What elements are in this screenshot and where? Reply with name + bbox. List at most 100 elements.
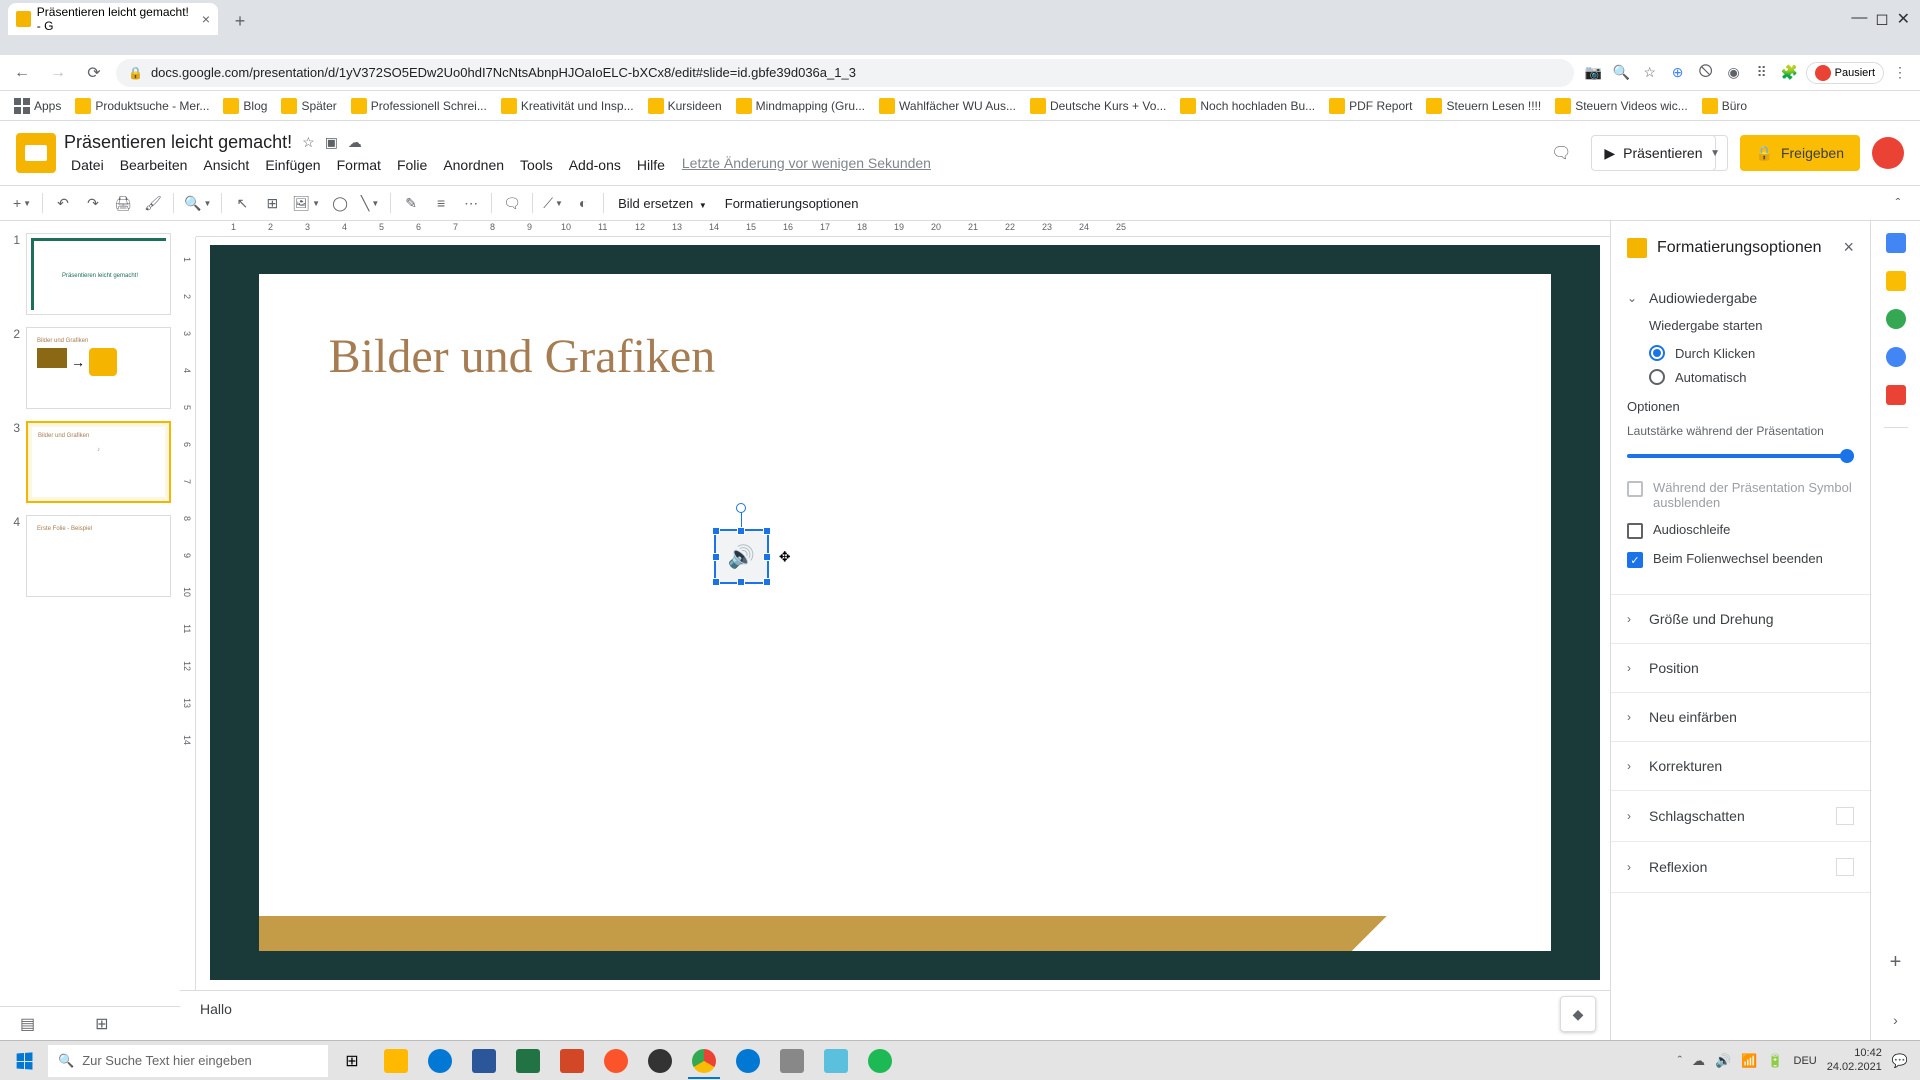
bookmark-item[interactable]: Blog xyxy=(217,94,273,118)
slide-thumbnail-4[interactable]: Erste Folie - Beispiel xyxy=(26,515,171,597)
forward-button[interactable]: → xyxy=(44,59,72,87)
bookmark-item[interactable]: Kreativität und Insp... xyxy=(495,94,640,118)
taskbar-app-obs[interactable] xyxy=(640,1043,680,1079)
blocked-icon[interactable]: 🛇 xyxy=(1694,61,1718,85)
taskbar-app-brave[interactable] xyxy=(596,1043,636,1079)
present-dropdown[interactable]: ▼ xyxy=(1704,135,1728,171)
document-title[interactable]: Präsentieren leicht gemacht! xyxy=(64,132,292,153)
paint-format-button[interactable]: 🖌 xyxy=(139,189,167,217)
menu-insert[interactable]: Einfügen xyxy=(258,155,327,175)
recolor-section[interactable]: ›Neu einfärben xyxy=(1611,705,1870,729)
bookmark-item[interactable]: Steuern Videos wic... xyxy=(1549,94,1694,118)
bookmark-item[interactable]: PDF Report xyxy=(1323,94,1418,118)
add-addon-icon[interactable]: + xyxy=(1890,951,1902,974)
bookmark-item[interactable]: Steuern Lesen !!!! xyxy=(1420,94,1547,118)
border-weight-button[interactable]: ≡ xyxy=(427,189,455,217)
slide-thumbnail-3[interactable]: Bilder und Grafiken♪ xyxy=(26,421,171,503)
comment-tool[interactable]: 🗨 xyxy=(498,189,526,217)
maps-icon[interactable] xyxy=(1886,385,1906,405)
taskbar-app-chrome[interactable] xyxy=(684,1043,724,1079)
menu-format[interactable]: Format xyxy=(330,155,388,175)
calendar-icon[interactable] xyxy=(1886,233,1906,253)
close-sidebar-icon[interactable]: × xyxy=(1843,237,1854,258)
menu-slide[interactable]: Folie xyxy=(390,155,434,175)
tray-battery-icon[interactable]: 🔋 xyxy=(1767,1053,1783,1069)
contacts-icon[interactable] xyxy=(1886,347,1906,367)
border-dash-button[interactable]: ⋯ xyxy=(457,189,485,217)
shape-tool[interactable]: ◯ xyxy=(326,189,354,217)
taskbar-app-spotify[interactable] xyxy=(860,1043,900,1079)
speaker-notes[interactable]: Hallo ◆ xyxy=(180,990,1610,1040)
border-color-button[interactable]: ✎ xyxy=(397,189,425,217)
cloud-saved-icon[interactable]: ☁ xyxy=(348,134,362,151)
taskbar-app-excel[interactable] xyxy=(508,1043,548,1079)
menu-help[interactable]: Hilfe xyxy=(630,155,672,175)
checkbox-stop-on-change[interactable]: ✓ Beim Folienwechsel beenden xyxy=(1627,545,1854,574)
puzzle-icon[interactable]: 🧩 xyxy=(1778,61,1802,85)
redo-button[interactable]: ↷ xyxy=(79,189,107,217)
present-button[interactable]: ▶ Präsentieren xyxy=(1591,135,1715,171)
resize-handle[interactable] xyxy=(737,527,745,535)
tray-clock[interactable]: 10:42 24.02.2021 xyxy=(1827,1047,1882,1073)
volume-slider[interactable] xyxy=(1627,454,1854,458)
resize-handle[interactable] xyxy=(712,527,720,535)
explore-button[interactable]: ◆ xyxy=(1560,996,1596,1032)
address-bar[interactable]: 🔒 docs.google.com/presentation/d/1yV372S… xyxy=(116,59,1574,87)
apps-bookmark[interactable]: Apps xyxy=(8,94,67,118)
line-tool[interactable]: ╲▼ xyxy=(356,189,384,217)
keep-icon[interactable] xyxy=(1886,271,1906,291)
camera-icon[interactable]: 📷 xyxy=(1582,61,1606,85)
radio-on-click[interactable]: Durch Klicken xyxy=(1649,341,1854,365)
tasks-icon[interactable] xyxy=(1886,309,1906,329)
zoom-icon[interactable]: 🔍 xyxy=(1610,61,1634,85)
resize-handle[interactable] xyxy=(737,578,745,586)
resize-handle[interactable] xyxy=(763,553,771,561)
apps-icon[interactable]: ⠿ xyxy=(1750,61,1774,85)
crop-button[interactable]: ⟋▼ xyxy=(539,189,567,217)
taskbar-app-word[interactable] xyxy=(464,1043,504,1079)
collapse-toolbar-icon[interactable]: ˆ xyxy=(1884,189,1912,217)
bookmark-item[interactable]: Wahlfächer WU Aus... xyxy=(873,94,1022,118)
format-options-button[interactable]: Formatierungsoptionen xyxy=(717,196,867,211)
menu-icon[interactable]: ⋮ xyxy=(1888,61,1912,85)
slide-title-text[interactable]: Bilder und Grafiken xyxy=(329,329,716,384)
audio-object[interactable]: 🔊 ✥ xyxy=(714,529,769,584)
profile-paused-chip[interactable]: Pausiert xyxy=(1806,62,1884,84)
radio-automatic[interactable]: Automatisch xyxy=(1649,365,1854,389)
position-section[interactable]: ›Position xyxy=(1611,656,1870,680)
tray-language[interactable]: DEU xyxy=(1794,1055,1817,1067)
menu-arrange[interactable]: Anordnen xyxy=(436,155,511,175)
replace-image-button[interactable]: Bild ersetzen ▼ xyxy=(610,196,715,211)
menu-file[interactable]: Datei xyxy=(64,155,111,175)
move-document-icon[interactable]: ▣ xyxy=(325,134,338,151)
grid-view-icon[interactable]: ⊞ xyxy=(95,1014,108,1034)
reload-button[interactable]: ⟳ xyxy=(80,59,108,87)
task-view-button[interactable]: ⊞ xyxy=(332,1043,372,1079)
mask-button[interactable]: ◐ xyxy=(569,189,597,217)
toggle-checkbox[interactable] xyxy=(1836,858,1854,876)
menu-view[interactable]: Ansicht xyxy=(196,155,256,175)
star-icon[interactable]: ☆ xyxy=(1638,61,1662,85)
select-tool[interactable]: ↖ xyxy=(228,189,256,217)
share-button[interactable]: 🔒 Freigeben xyxy=(1740,135,1860,171)
resize-handle[interactable] xyxy=(712,578,720,586)
star-document-icon[interactable]: ☆ xyxy=(302,134,315,151)
drop-shadow-section[interactable]: ›Schlagschatten xyxy=(1611,803,1870,829)
new-slide-button[interactable]: +▼ xyxy=(8,189,36,217)
slide-thumbnail-1[interactable]: Präsentieren leicht gemacht! xyxy=(26,233,171,315)
taskbar-app-generic[interactable] xyxy=(772,1043,812,1079)
adjustments-section[interactable]: ›Korrekturen xyxy=(1611,754,1870,778)
bookmark-item[interactable]: Mindmapping (Gru... xyxy=(730,94,871,118)
maximize-icon[interactable]: ◻ xyxy=(1875,9,1888,29)
checkbox-hide-icon[interactable]: Während der Präsentation Symbol ausblend… xyxy=(1627,474,1854,516)
tray-volume-icon[interactable]: 🔊 xyxy=(1715,1053,1731,1069)
bookmark-item[interactable]: Noch hochladen Bu... xyxy=(1174,94,1321,118)
extension-icon[interactable]: ◉ xyxy=(1722,61,1746,85)
size-rotation-section[interactable]: ›Größe und Drehung xyxy=(1611,607,1870,631)
toggle-checkbox[interactable] xyxy=(1836,807,1854,825)
account-avatar[interactable] xyxy=(1872,137,1904,169)
bookmark-item[interactable]: Büro xyxy=(1696,94,1753,118)
comments-button[interactable]: 🗨 xyxy=(1543,135,1579,171)
taskbar-app-powerpoint[interactable] xyxy=(552,1043,592,1079)
slider-thumb[interactable] xyxy=(1840,449,1854,463)
